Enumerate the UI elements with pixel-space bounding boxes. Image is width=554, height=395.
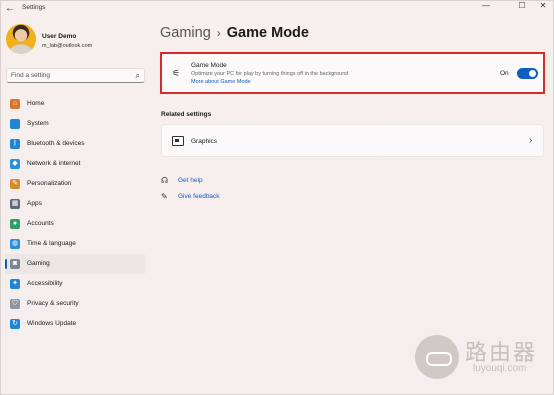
monitor-icon — [10, 119, 20, 129]
toggle-knob — [529, 70, 536, 77]
person-icon: ● — [10, 219, 20, 229]
sidebar-item-label: Accounts — [27, 220, 54, 227]
sidebar-item-label: Apps — [27, 200, 42, 207]
shield-icon: ⛉ — [10, 299, 20, 309]
graphics-card[interactable]: Graphics › — [161, 124, 544, 157]
sidebar-item-label: Personalization — [27, 180, 72, 187]
apps-icon: ▦ — [10, 199, 20, 209]
home-icon: ⌂ — [10, 99, 20, 109]
sidebar-item-label: Network & internet — [27, 160, 81, 167]
graphics-label: Graphics — [191, 138, 218, 145]
sidebar-item-home[interactable]: ⌂ Home — [5, 94, 146, 114]
sidebar-item-label: System — [27, 120, 49, 127]
sidebar-item-accounts[interactable]: ● Accounts — [5, 214, 146, 234]
sidebar-item-time-language[interactable]: ◍ Time & language — [5, 234, 146, 254]
back-arrow-icon[interactable]: ← — [5, 3, 17, 14]
watermark: 路由器 luyouqi.com — [415, 333, 554, 381]
search-icon[interactable]: ⌕ — [136, 71, 140, 80]
user-profile[interactable]: User Demo m_lab@outlook.com — [6, 24, 146, 58]
sidebar-item-personalization[interactable]: ✎ Personalization — [5, 174, 146, 194]
sidebar-item-label: Accessibility — [27, 280, 63, 287]
sidebar-item-label: Home — [27, 100, 45, 107]
sidebar-item-label: Bluetooth & devices — [27, 140, 85, 147]
get-help-label: Get help — [178, 177, 203, 184]
avatar[interactable] — [6, 24, 36, 54]
sidebar-item-apps[interactable]: ▦ Apps — [5, 194, 146, 214]
game-mode-description: Optimize your PC for play by turning thi… — [191, 71, 349, 77]
sidebar-item-label: Gaming — [27, 260, 50, 267]
toggle-state-label: On — [500, 70, 509, 77]
give-feedback-label: Give feedback — [178, 193, 220, 200]
game-mode-learn-more-link[interactable]: More about Game Mode — [191, 79, 251, 85]
user-email: m_lab@outlook.com — [42, 43, 93, 49]
related-settings-heading: Related settings — [161, 111, 212, 118]
controller-icon: ◙ — [10, 259, 20, 269]
watermark-url: luyouqi.com — [473, 363, 527, 374]
accessibility-icon: ✦ — [10, 279, 20, 289]
sidebar-item-label: Privacy & security — [27, 300, 79, 307]
sidebar-item-label: Windows Update — [27, 320, 77, 327]
update-icon: ↻ — [10, 319, 20, 329]
watermark-logo — [415, 335, 459, 379]
sidebar-item-accessibility[interactable]: ✦ Accessibility — [5, 274, 146, 294]
sidebar-item-system[interactable]: System — [5, 114, 146, 134]
sidebar-item-windows-update[interactable]: ↻ Windows Update — [5, 314, 146, 334]
sidebar-item-network-internet[interactable]: ◆ Network & internet — [5, 154, 146, 174]
user-name: User Demo — [42, 33, 77, 40]
game-mode-title: Game Mode — [191, 62, 227, 69]
sidebar-item-label: Time & language — [27, 240, 76, 247]
help-icon: ☊ — [161, 176, 169, 185]
title-bar: ← Settings — ☐ ✕ — [1, 1, 554, 17]
search-placeholder: Find a setting — [11, 72, 51, 79]
sidebar-nav: ⌂ Home System ᛒ Bluetooth & devices ◆ Network … — [5, 94, 147, 334]
sidebar-item-privacy-security[interactable]: ⛉ Privacy & security — [5, 294, 146, 314]
game-mode-card: ⚟ Game Mode Optimize your PC for play by… — [161, 53, 544, 93]
chevron-right-icon: › — [529, 135, 533, 146]
app-title: Settings — [22, 4, 46, 11]
maximize-button[interactable]: ☐ — [511, 1, 533, 11]
game-mode-icon: ⚟ — [172, 68, 181, 78]
breadcrumb-parent[interactable]: Gaming — [160, 25, 211, 41]
breadcrumb: Gaming › Game Mode — [160, 25, 309, 41]
settings-window: ← Settings — ☐ ✕ User Demo m_lab@outlook… — [0, 0, 554, 395]
graphics-icon — [172, 136, 184, 146]
breadcrumb-separator: › — [216, 26, 221, 40]
minimize-button[interactable]: — — [475, 1, 497, 11]
page-title: Game Mode — [226, 25, 309, 41]
sidebar-item-gaming[interactable]: ◙ Gaming — [5, 254, 146, 274]
search-input[interactable]: Find a setting ⌕ — [6, 68, 145, 83]
sidebar-item-bluetooth-devices[interactable]: ᛒ Bluetooth & devices — [5, 134, 146, 154]
wifi-icon: ◆ — [10, 159, 20, 169]
close-button[interactable]: ✕ — [532, 1, 554, 11]
brush-icon: ✎ — [10, 179, 20, 189]
game-mode-toggle[interactable] — [517, 68, 538, 79]
globe-icon: ◍ — [10, 239, 20, 249]
bluetooth-icon: ᛒ — [10, 139, 20, 149]
feedback-icon: ✎ — [161, 192, 168, 201]
